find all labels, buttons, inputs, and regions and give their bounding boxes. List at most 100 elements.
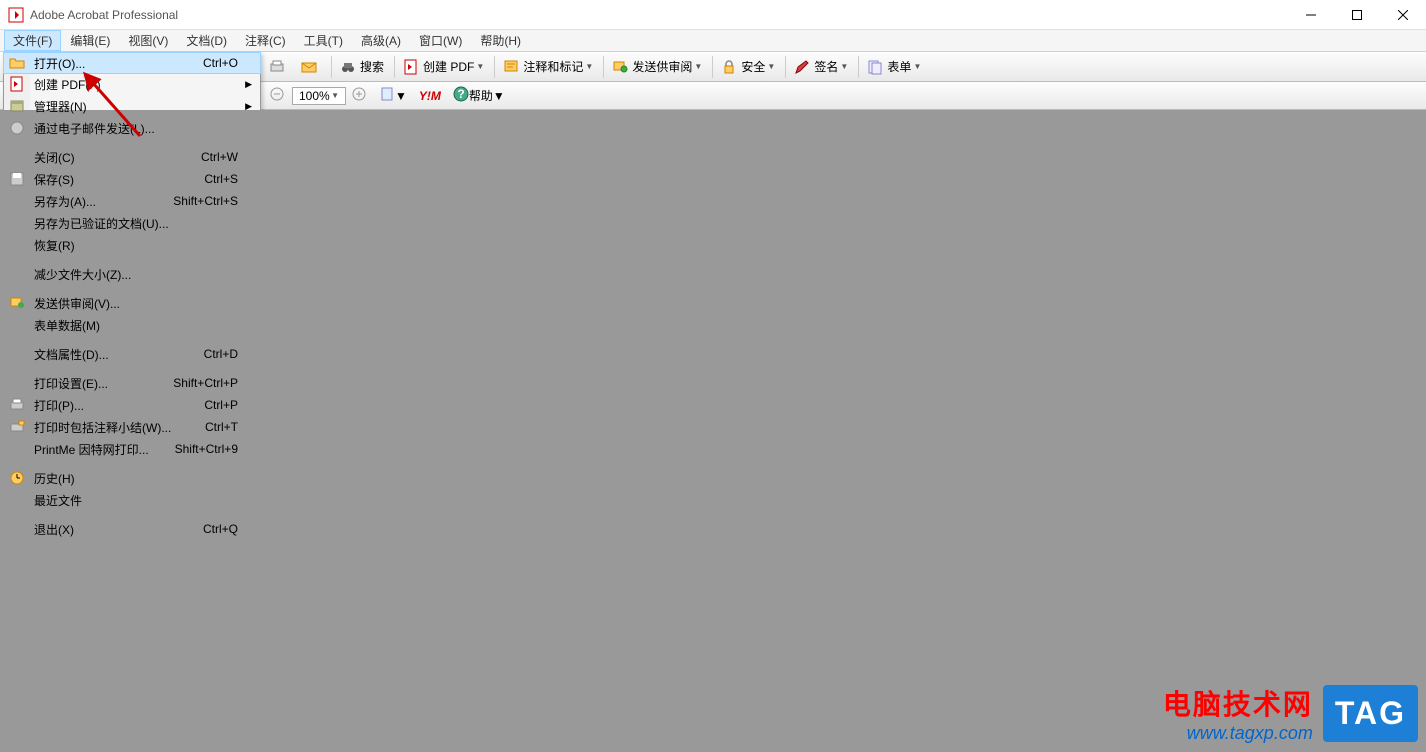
print-comments-icon [8,419,26,435]
menu-open-shortcut: Ctrl+O [203,56,238,70]
menu-print-shortcut: Ctrl+P [204,398,238,412]
menu-print-setup-shortcut: Shift+Ctrl+P [173,376,238,390]
watermark-title: 电脑技术网 [1163,683,1313,723]
menu-history[interactable]: 历史(H) ▶ [4,467,260,489]
search-button[interactable]: 搜索 [335,55,389,79]
menu-printme-label: PrintMe 因特网打印... [34,441,175,458]
menu-print-with-comments-shortcut: Ctrl+T [205,420,238,434]
menu-tools[interactable]: 工具(T) [295,30,352,51]
zoom-input[interactable]: 100%▼ [292,87,346,105]
plus-icon [351,86,367,105]
menu-email-label: 通过电子邮件发送(L)... [34,120,260,137]
menu-create-pdf[interactable]: 创建 PDF(F) ▶ [4,73,260,95]
lock-icon [721,59,737,75]
note-icon [503,59,519,75]
forms-label: 表单 [887,58,911,75]
open-folder-icon [8,55,26,71]
menu-advanced[interactable]: 高级(A) [352,30,410,51]
menu-email[interactable]: 通过电子邮件发送(L)... [4,117,260,139]
globe-icon [8,120,26,136]
close-button[interactable] [1380,0,1426,30]
menu-reduce-size-label: 减少文件大小(Z)... [34,266,260,283]
help-button[interactable]: ? 帮助 ▼ [448,85,510,107]
menu-open-label: 打开(O)... [34,55,203,72]
menu-reduce-size[interactable]: 减少文件大小(Z)... [4,263,260,285]
menu-recent[interactable]: 最近文件 [4,489,260,511]
watermark-tag: TAG [1323,685,1418,742]
help-icon: ? [453,86,469,105]
menu-form-data[interactable]: 表单数据(M) ▶ [4,314,260,336]
forms-button[interactable]: 表单 ▼ [862,55,926,79]
zoom-value: 100% [299,89,330,103]
envelope-icon [301,59,317,75]
menu-organizer[interactable]: 管理器(N) ▶ [4,95,260,117]
print-button[interactable] [264,55,294,79]
yahoo-button[interactable]: Y!‪‪M [414,85,446,107]
doc-icon [379,86,395,105]
comment-mark-label: 注释和标记 [523,58,583,75]
menu-print-setup-label: 打印设置(E)... [34,375,173,392]
save-icon [8,171,26,187]
chevron-down-icon: ▼ [395,89,407,103]
help-label: 帮助 [469,87,493,104]
menu-file[interactable]: 文件(F) [4,30,61,51]
search-label: 搜索 [360,58,384,75]
chevron-down-icon: ▼ [585,62,593,71]
menu-view[interactable]: 视图(V) [119,30,177,51]
menu-doc-properties-label: 文档属性(D)... [34,346,204,363]
create-pdf-button[interactable]: 创建 PDF ▼ [398,55,489,79]
email-button[interactable] [296,55,326,79]
menu-save-as-shortcut: Shift+Ctrl+S [173,194,238,208]
pdf-app-icon [8,7,24,23]
sign-label: 签名 [814,58,838,75]
menu-revert-label: 恢复(R) [34,237,260,254]
printer-icon [269,59,285,75]
zoom-in-button[interactable] [346,85,372,107]
menu-edit[interactable]: 编辑(E) [61,30,119,51]
menu-help[interactable]: 帮助(H) [471,30,530,51]
chevron-down-icon: ▼ [913,62,921,71]
menubar: 文件(F) 编辑(E) 视图(V) 文档(D) 注释(C) 工具(T) 高级(A… [0,30,1426,52]
menu-doc-properties-shortcut: Ctrl+D [204,347,238,361]
menu-exit-label: 退出(X) [34,521,203,538]
pen-icon [794,59,810,75]
menu-send-for-review[interactable]: 发送供审阅(V)... ▶ [4,292,260,314]
menu-window[interactable]: 窗口(W) [410,30,471,51]
menu-open[interactable]: 打开(O)... Ctrl+O [3,52,261,74]
window-title: Adobe Acrobat Professional [30,8,1288,22]
svg-text:?: ? [457,87,464,101]
chevron-down-icon: ▼ [331,91,339,100]
menu-save-certified[interactable]: 另存为已验证的文档(U)... [4,212,260,234]
zoom-out-button[interactable] [264,85,290,107]
send-review-label: 发送供审阅 [632,58,692,75]
minimize-button[interactable] [1288,0,1334,30]
chevron-down-icon: ▼ [476,62,484,71]
watermark: 电脑技术网 www.tagxp.com TAG [1163,683,1418,744]
menu-save-as-label: 另存为(A)... [34,193,173,210]
send-review-button[interactable]: 发送供审阅 ▼ [607,55,707,79]
security-button[interactable]: 安全 ▼ [716,55,780,79]
menu-create-pdf-label: 创建 PDF(F) [34,76,260,93]
comment-mark-button[interactable]: 注释和标记 ▼ [498,55,598,79]
maximize-button[interactable] [1334,0,1380,30]
chevron-down-icon: ▼ [840,62,848,71]
menu-comment[interactable]: 注释(C) [236,30,295,51]
forms-icon [867,59,883,75]
chevron-down-icon: ▼ [767,62,775,71]
chevron-down-icon: ▼ [694,62,702,71]
menu-print-label: 打印(P)... [34,397,204,414]
menu-history-label: 历史(H) [34,470,260,487]
clock-icon [8,470,26,486]
eform-button[interactable]: ▼ [374,85,412,107]
menu-save-shortcut: Ctrl+S [204,172,238,186]
menu-document[interactable]: 文档(D) [177,30,236,51]
menu-revert[interactable]: 恢复(R) [4,234,260,256]
organizer-icon [8,98,26,114]
menu-exit-shortcut: Ctrl+Q [203,522,238,536]
menu-organizer-label: 管理器(N) [34,98,260,115]
menu-save-certified-label: 另存为已验证的文档(U)... [34,215,260,232]
menu-close-label: 关闭(C) [34,149,201,166]
window-controls [1288,0,1426,30]
sign-button[interactable]: 签名 ▼ [789,55,853,79]
menu-print-with-comments-label: 打印时包括注释小结(W)... [34,419,205,436]
